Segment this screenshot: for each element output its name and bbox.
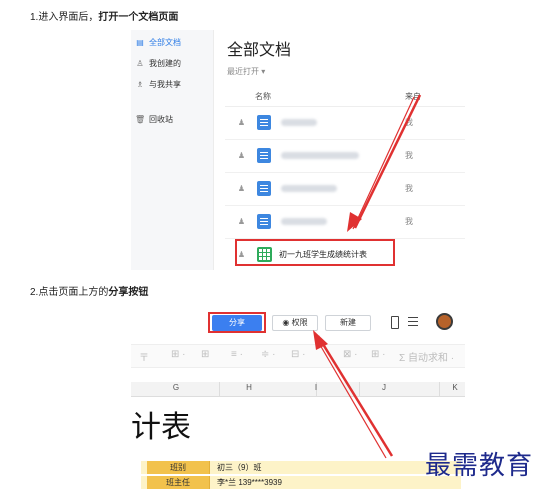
cell-value[interactable]: 初三（9）班 (217, 462, 261, 473)
table-row[interactable]: 班主任 李*兰 139****3939 (141, 476, 461, 489)
document-icon (257, 214, 271, 229)
blurred-file-name (281, 119, 317, 126)
column-header[interactable]: J (359, 383, 409, 392)
menu-icon[interactable] (408, 317, 418, 327)
new-button[interactable]: 新建 (325, 315, 371, 331)
file-row[interactable]: ♟ 我 (225, 206, 465, 239)
file-owner: 我 (405, 118, 413, 127)
file-list-header: 名称 来自 (225, 88, 465, 107)
cell-label[interactable]: 班别 (147, 461, 210, 474)
formatting-toolbar: 〒 ⊞ · ⊞ ≡ · ≑ · ⊟ · ⊠ · ⊞ · Σ 自动求和 · (131, 344, 465, 368)
column-header[interactable]: G (151, 383, 201, 392)
user-icon: ♟ (237, 118, 246, 127)
file-owner: 我 (405, 217, 413, 226)
border-icon[interactable]: ⊞ · (171, 349, 186, 360)
table-row[interactable]: 班别 初三（9）班 (141, 461, 461, 474)
column-header[interactable]: H (219, 383, 279, 392)
top-bar: 分享 ◉ 权限 新建 (131, 306, 465, 336)
recent-filter-dropdown[interactable]: 最近打开 ▾ (227, 66, 265, 77)
highlight-box (235, 239, 395, 266)
sidebar-item-created-by-me[interactable]: ♙ 我创建的 (135, 57, 181, 71)
rotate-icon[interactable]: ⊠ · (343, 349, 358, 360)
permission-button[interactable]: ◉ 权限 (272, 315, 318, 331)
align-icon[interactable]: ≡ · (231, 349, 243, 360)
device-icon[interactable] (391, 316, 399, 329)
sheet-title: 计表 (131, 410, 191, 445)
sidebar-item-shared-with-me[interactable]: ♗ 与我共享 (135, 78, 181, 92)
doc-icon: ▤ (136, 38, 144, 47)
user-icon: ♟ (237, 151, 246, 160)
file-row[interactable]: ♟ 我 (225, 140, 465, 173)
blurred-file-name (281, 185, 337, 192)
cell-value[interactable]: 李*兰 139****3939 (217, 477, 282, 488)
page-title: 全部文档 (227, 42, 292, 59)
spreadsheet-screenshot: 分享 ◉ 权限 新建 〒 ⊞ · ⊞ ≡ · ≑ · ⊟ · ⊠ · ⊞ · Σ… (131, 306, 465, 492)
file-row[interactable]: ♟ 我 (225, 107, 465, 140)
column-header-row: G H I J K (131, 382, 465, 397)
file-owner: 我 (405, 151, 413, 160)
filter-icon[interactable]: ⊞ · (371, 349, 386, 360)
trash-icon: 🗑 (135, 115, 146, 124)
avatar[interactable] (436, 313, 453, 330)
column-header-name[interactable]: 名称 (255, 91, 271, 102)
column-header[interactable]: K (445, 383, 465, 392)
merge-icon[interactable]: ⊞ (201, 349, 209, 360)
people-icon: ♗ (136, 80, 144, 89)
document-list-screenshot: ▤ 全部文档 ♙ 我创建的 ♗ 与我共享 🗑 回收站 全部文档 最近打开 ▾ 名称 来自… (131, 30, 465, 270)
user-icon: ♟ (237, 184, 246, 193)
autosum-button[interactable]: Σ 自动求和 · (399, 349, 454, 364)
document-icon (257, 115, 271, 130)
watermark: 最需教育 (425, 451, 534, 481)
blurred-file-name (281, 152, 359, 159)
person-icon: ♙ (136, 59, 144, 68)
cell-label[interactable]: 班主任 (147, 476, 210, 489)
file-row[interactable]: ♟ 我 (225, 173, 465, 206)
sidebar-item-trash[interactable]: 🗑 回收站 (135, 113, 173, 127)
sidebar: ▤ 全部文档 ♙ 我创建的 ♗ 与我共享 🗑 回收站 (131, 30, 214, 270)
step-1-caption: 1.进入界面后，打开一个文档页面 (30, 12, 179, 23)
user-icon: ♟ (237, 217, 246, 226)
column-header[interactable]: I (291, 383, 341, 392)
wrap-icon[interactable]: ⊟ · (291, 349, 306, 360)
document-icon (257, 181, 271, 196)
font-icon[interactable]: 〒 (139, 349, 149, 364)
column-header-owner[interactable]: 来自 (405, 91, 421, 102)
step-2-caption: 2.点击页面上方的分享按钮 (30, 287, 149, 298)
document-icon (257, 148, 271, 163)
highlight-box (208, 312, 266, 333)
sidebar-item-all-documents[interactable]: ▤ 全部文档 (135, 36, 181, 50)
blurred-file-name (281, 218, 327, 225)
file-owner: 我 (405, 184, 413, 193)
column-divider (439, 382, 440, 396)
valign-icon[interactable]: ≑ · (261, 349, 276, 360)
